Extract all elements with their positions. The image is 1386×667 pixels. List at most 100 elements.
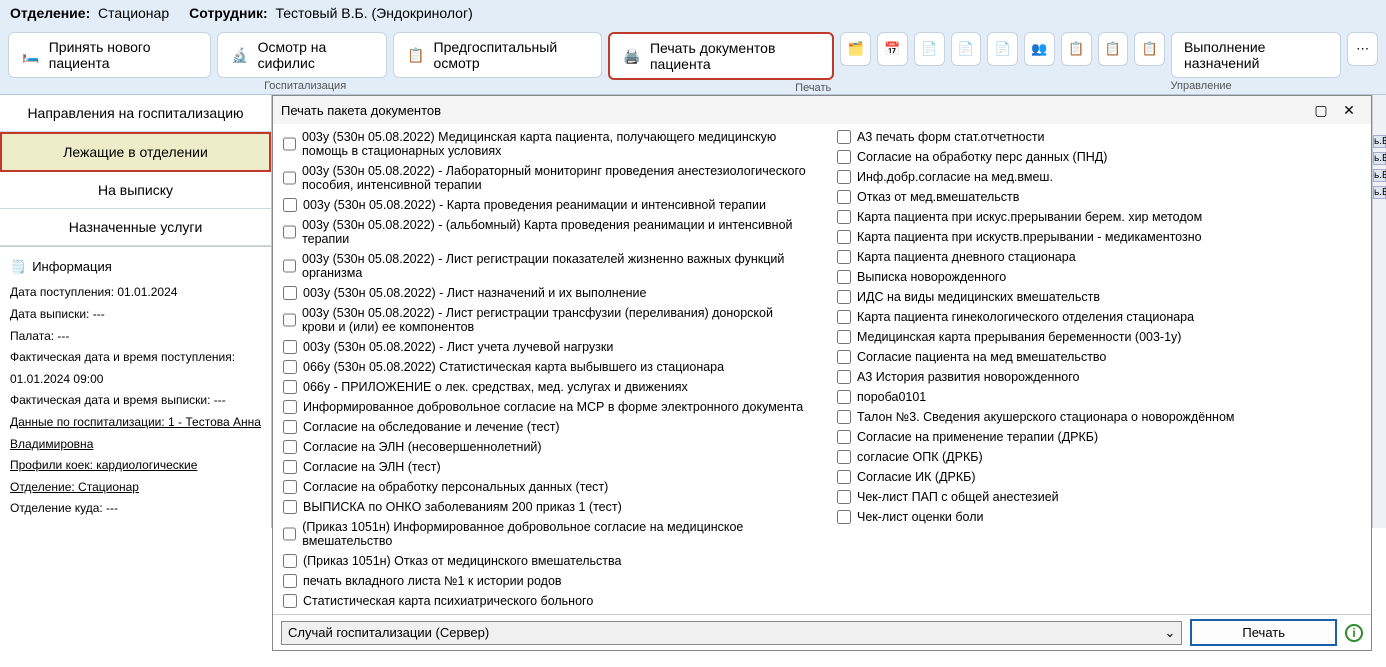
doc-checkbox[interactable]	[283, 380, 297, 394]
sidebar-tab-discharge[interactable]: На выписку	[0, 172, 271, 209]
doc-checkbox[interactable]	[837, 250, 851, 264]
doc-checkbox[interactable]	[837, 370, 851, 384]
doc-checkbox-row[interactable]: Согласие на обработку перс данных (ПНД)	[837, 150, 1361, 164]
doc-checkbox[interactable]	[837, 470, 851, 484]
toolbar-icon-calendar[interactable]: 📅	[877, 32, 908, 66]
close-button[interactable]: ✕	[1335, 100, 1363, 120]
info-hospitalization-link[interactable]: Данные по госпитализации: 1 - Тестова Ан…	[10, 412, 261, 455]
doc-checkbox-row[interactable]: Информированное добровольное согласие на…	[283, 400, 807, 414]
doc-checkbox-row[interactable]: ИДС на виды медицинских вмешательств	[837, 290, 1361, 304]
doc-checkbox[interactable]	[837, 310, 851, 324]
toolbar-icon-list3[interactable]: 📋	[1134, 32, 1165, 66]
doc-checkbox[interactable]	[283, 500, 297, 514]
doc-checkbox[interactable]	[283, 198, 297, 212]
doc-checkbox-row[interactable]: 066у (530н 05.08.2022) Статистическая ка…	[283, 360, 807, 374]
doc-checkbox-row[interactable]: А3 История развития новорожденного	[837, 370, 1361, 384]
doc-checkbox-row[interactable]: (Приказ 1051н) Отказ от медицинского вме…	[283, 554, 807, 568]
doc-checkbox[interactable]	[837, 170, 851, 184]
doc-checkbox[interactable]	[283, 440, 297, 454]
collapsed-tab[interactable]: ь.Б.	[1373, 186, 1386, 199]
doc-checkbox-row[interactable]: 003у (530н 05.08.2022) - Лист учета луче…	[283, 340, 807, 354]
doc-checkbox[interactable]	[283, 480, 297, 494]
toolbar-icon-list1[interactable]: 📋	[1061, 32, 1092, 66]
syphilis-exam-button[interactable]: 🔬 Осмотр на сифилис	[217, 32, 387, 78]
doc-checkbox-row[interactable]: 003у (530н 05.08.2022) - Карта проведени…	[283, 198, 807, 212]
doc-checkbox-row[interactable]: 066у - ПРИЛОЖЕНИЕ о лек. средствах, мед.…	[283, 380, 807, 394]
maximize-button[interactable]: ▢	[1307, 100, 1335, 120]
doc-checkbox-row[interactable]: Согласие на обработку персональных данны…	[283, 480, 807, 494]
doc-checkbox[interactable]	[283, 137, 296, 151]
case-combo[interactable]: Случай госпитализации (Сервер) ⌄	[281, 621, 1182, 645]
help-icon[interactable]: i	[1345, 624, 1363, 642]
prehospital-exam-button[interactable]: 📋 Предгоспитальный осмотр	[393, 32, 602, 78]
toolbar-icon-doc-remove[interactable]: 📄	[951, 32, 982, 66]
doc-checkbox-row[interactable]: Статистическая карта психиатрического бо…	[283, 594, 807, 608]
doc-checkbox[interactable]	[837, 510, 851, 524]
doc-checkbox[interactable]	[283, 594, 297, 608]
sidebar-tab-referrals[interactable]: Направления на госпитализацию	[0, 95, 271, 132]
doc-checkbox[interactable]	[283, 574, 297, 588]
doc-checkbox[interactable]	[283, 400, 297, 414]
sidebar-tab-services[interactable]: Назначенные услуги	[0, 209, 271, 246]
doc-checkbox-row[interactable]: Чек-лист ПАП с общей анестезией	[837, 490, 1361, 504]
doc-checkbox-row[interactable]: Согласие ИК (ДРКБ)	[837, 470, 1361, 484]
doc-checkbox[interactable]	[283, 420, 297, 434]
doc-checkbox-row[interactable]: Согласие на обследование и лечение (тест…	[283, 420, 807, 434]
doc-checkbox[interactable]	[837, 330, 851, 344]
doc-checkbox-row[interactable]: 003у (530н 05.08.2022) - Лист назначений…	[283, 286, 807, 300]
doc-checkbox-row[interactable]: Выписка новорожденного	[837, 270, 1361, 284]
doc-checkbox-row[interactable]: Карта пациента дневного стационара	[837, 250, 1361, 264]
doc-checkbox-row[interactable]: Карта пациента при искуств.прерывании - …	[837, 230, 1361, 244]
print-documents-button[interactable]: 🖨️ Печать документов пациента	[608, 32, 834, 80]
doc-checkbox[interactable]	[837, 450, 851, 464]
doc-checkbox[interactable]	[837, 270, 851, 284]
toolbar-icon-more[interactable]: ⋯	[1347, 32, 1378, 66]
collapsed-tab[interactable]: ь.Б.	[1373, 135, 1386, 148]
sidebar-tab-inpatients[interactable]: Лежащие в отделении	[0, 132, 271, 172]
doc-checkbox-row[interactable]: 003у (530н 05.08.2022) - Лист регистраци…	[283, 306, 807, 334]
assignments-button[interactable]: Выполнение назначений	[1171, 32, 1341, 78]
toolbar-icon-list2[interactable]: 📋	[1098, 32, 1129, 66]
doc-checkbox-row[interactable]: (Приказ 1051н) Информированное доброволь…	[283, 520, 807, 548]
doc-checkbox[interactable]	[837, 430, 851, 444]
doc-checkbox-row[interactable]: Согласие пациента на мед вмешательство	[837, 350, 1361, 364]
doc-checkbox-row[interactable]: Отказ от мед.вмешательств	[837, 190, 1361, 204]
doc-checkbox-row[interactable]: Инф.добр.согласие на мед.вмеш.	[837, 170, 1361, 184]
doc-checkbox-row[interactable]: Согласие на применение терапии (ДРКБ)	[837, 430, 1361, 444]
doc-checkbox[interactable]	[283, 460, 297, 474]
doc-checkbox[interactable]	[283, 286, 297, 300]
doc-checkbox[interactable]	[283, 360, 297, 374]
doc-checkbox[interactable]	[837, 290, 851, 304]
doc-checkbox-row[interactable]: печать вкладного листа №1 к истории родо…	[283, 574, 807, 588]
doc-checkbox-row[interactable]: Согласие на ЭЛН (несовершеннолетний)	[283, 440, 807, 454]
doc-checkbox[interactable]	[283, 554, 297, 568]
doc-checkbox[interactable]	[837, 390, 851, 404]
doc-checkbox-row[interactable]: Медицинская карта прерывания беременност…	[837, 330, 1361, 344]
doc-checkbox-row[interactable]: 003у (530н 05.08.2022) Медицинская карта…	[283, 130, 807, 158]
doc-checkbox[interactable]	[837, 490, 851, 504]
doc-checkbox-row[interactable]: ВЫПИСКА по ОНКО заболеваниям 200 приказ …	[283, 500, 807, 514]
doc-checkbox-row[interactable]: 003у (530н 05.08.2022) - (альбомный) Кар…	[283, 218, 807, 246]
toolbar-icon-doc-info[interactable]: 📄	[987, 32, 1018, 66]
info-department-link[interactable]: Отделение: Стационар	[10, 477, 261, 499]
doc-checkbox-row[interactable]: Чек-лист оценки боли	[837, 510, 1361, 524]
doc-checkbox[interactable]	[283, 225, 296, 239]
info-bed-profile-link[interactable]: Профили коек: кардиологические	[10, 455, 261, 477]
doc-checkbox[interactable]	[283, 527, 296, 541]
doc-checkbox[interactable]	[283, 340, 297, 354]
collapsed-tab[interactable]: ь.Б.	[1373, 152, 1386, 165]
doc-checkbox-row[interactable]: Согласие на ЭЛН (тест)	[283, 460, 807, 474]
toolbar-icon-doc-add[interactable]: 📄	[914, 32, 945, 66]
collapsed-tab[interactable]: ь.Б.	[1373, 169, 1386, 182]
doc-checkbox[interactable]	[283, 259, 296, 273]
doc-checkbox-row[interactable]: Талон №3. Сведения акушерского стационар…	[837, 410, 1361, 424]
doc-checkbox-row[interactable]: А3 печать форм стат.отчетности	[837, 130, 1361, 144]
doc-checkbox-row[interactable]: Карта пациента при искус.прерывании бере…	[837, 210, 1361, 224]
toolbar-icon-users[interactable]: 👥	[1024, 32, 1055, 66]
doc-checkbox-row[interactable]: Карта пациента гинекологического отделен…	[837, 310, 1361, 324]
doc-checkbox-row[interactable]: 003у (530н 05.08.2022) - Лист регистраци…	[283, 252, 807, 280]
new-patient-button[interactable]: 🛏️ Принять нового пациента	[8, 32, 211, 78]
toolbar-icon-card[interactable]: 🗂️	[840, 32, 871, 66]
doc-checkbox[interactable]	[837, 230, 851, 244]
doc-checkbox-row[interactable]: пороба0101	[837, 390, 1361, 404]
